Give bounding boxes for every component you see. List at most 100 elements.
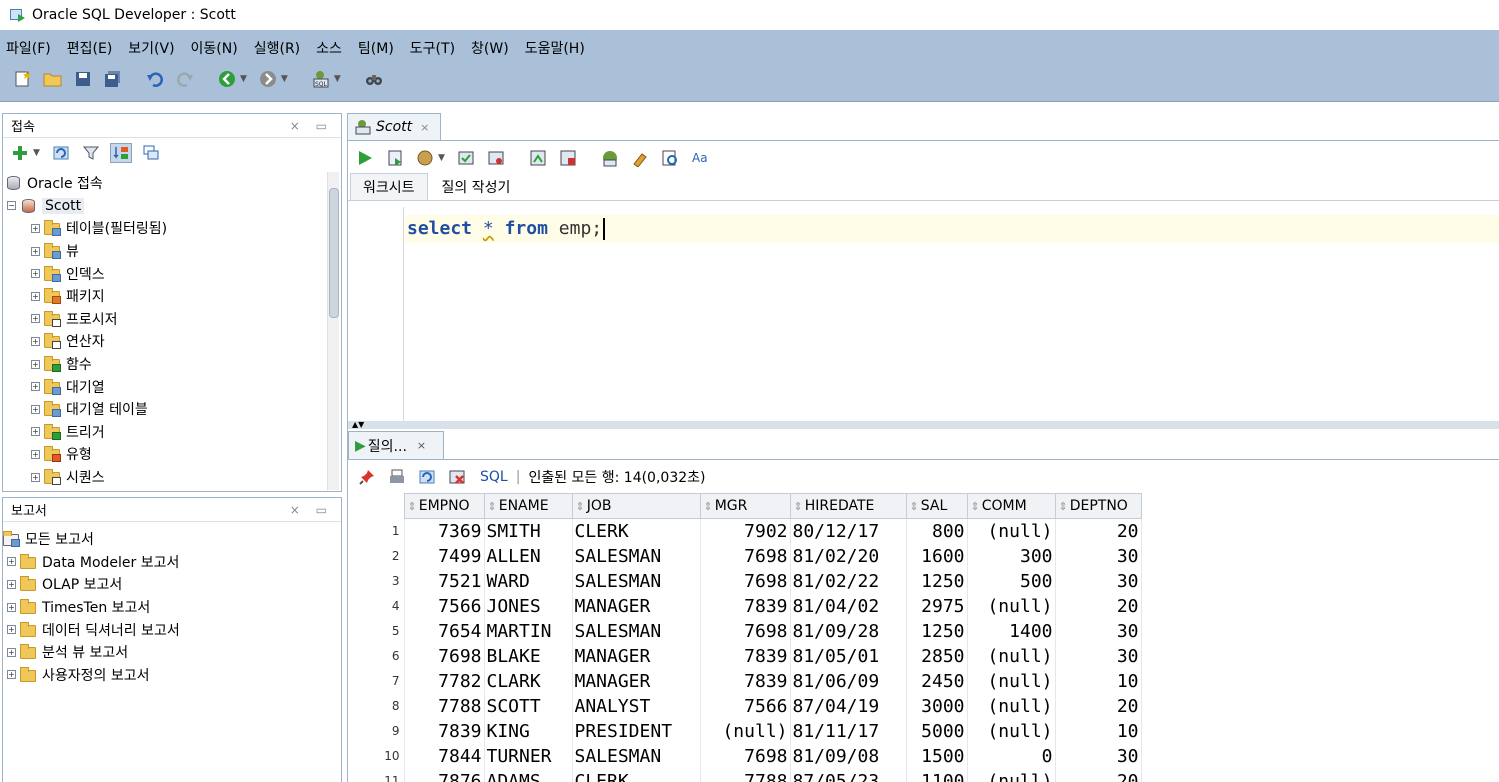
tab-scott-worksheet[interactable]: Scott × [347, 113, 441, 140]
cell-deptno[interactable]: 20 [1055, 768, 1142, 782]
tree-node-queues[interactable]: + 대기열 [3, 375, 327, 398]
sql-editor[interactable]: select * from emp; [348, 207, 1499, 421]
cell-job[interactable]: MANAGER [572, 643, 701, 669]
expand-icon[interactable]: + [31, 269, 40, 279]
column-header-empno[interactable]: ⇕ EMPNO [403, 493, 485, 519]
tree-node-queue-tables[interactable]: + 대기열 테이블 [3, 398, 327, 421]
tree-node-views[interactable]: + 뷰 [3, 240, 327, 263]
table-row[interactable]: 4 7566 JONES MANAGER 7839 81/04/02 2975 (null) 2… [348, 593, 1142, 619]
cell-job[interactable]: ANALYST [572, 693, 701, 719]
expand-icon[interactable]: + [31, 427, 40, 437]
cell-sal[interactable]: 2850 [906, 643, 968, 669]
close-icon[interactable]: × [420, 121, 429, 134]
cell-deptno[interactable]: 30 [1055, 543, 1142, 569]
add-connection-dropdown-icon[interactable]: ▼ [33, 148, 40, 158]
cell-sal[interactable]: 3000 [906, 693, 968, 719]
cell-sal[interactable]: 5000 [906, 718, 968, 744]
sql-worksheet-icon[interactable]: SQL [310, 69, 332, 89]
table-row[interactable]: 8 7788 SCOTT ANALYST 7566 87/04/19 3000 (null) 2… [348, 693, 1142, 719]
binoculars-icon[interactable] [363, 69, 385, 89]
cell-empno[interactable]: 7369 [404, 518, 485, 544]
tree-node-indexes[interactable]: + 인덱스 [3, 262, 327, 285]
cell-deptno[interactable]: 10 [1055, 668, 1142, 694]
run-statement-icon[interactable] [354, 148, 376, 168]
cell-empno[interactable]: 7876 [404, 768, 485, 782]
tab-query-builder[interactable]: 질의 작성기 [430, 174, 523, 200]
cell-comm[interactable]: 300 [967, 543, 1056, 569]
cell-empno[interactable]: 7844 [404, 743, 485, 769]
tree-node-all-reports[interactable]: 모든 보고서 [3, 528, 341, 551]
cell-deptno[interactable]: 30 [1055, 568, 1142, 594]
refresh-icon[interactable] [416, 467, 438, 487]
cell-sal[interactable]: 2450 [906, 668, 968, 694]
cell-hiredate[interactable]: 81/09/08 [790, 743, 907, 769]
cell-job[interactable]: SALESMAN [572, 618, 701, 644]
cell-mgr[interactable]: 7788 [700, 768, 791, 782]
column-header-mgr[interactable]: ⇕ MGR [699, 493, 791, 519]
expand-icon[interactable]: + [31, 314, 40, 324]
cell-empno[interactable]: 7839 [404, 718, 485, 744]
cell-job[interactable]: MANAGER [572, 593, 701, 619]
cell-empno[interactable]: 7521 [404, 568, 485, 594]
cell-hiredate[interactable]: 87/04/19 [790, 693, 907, 719]
cell-empno[interactable]: 7654 [404, 618, 485, 644]
splitter-arrows-icon[interactable]: ▲▼ [352, 421, 364, 429]
print-icon[interactable] [386, 467, 408, 487]
expand-icon[interactable]: + [7, 579, 16, 589]
cell-deptno[interactable]: 10 [1055, 718, 1142, 744]
scrollbar-thumb[interactable] [329, 188, 339, 318]
tree-node-scott[interactable]: − Scott [3, 195, 327, 218]
new-file-icon[interactable] [12, 69, 34, 89]
cell-comm[interactable]: (null) [967, 668, 1056, 694]
expand-icon[interactable]: + [7, 557, 16, 567]
tab-query-result[interactable]: ▶ 질의... × [348, 431, 444, 459]
expand-icon[interactable]: + [31, 382, 40, 392]
tree-node-olap-reports[interactable]: + OLAP 보고서 [3, 573, 341, 596]
cell-sal[interactable]: 1500 [906, 743, 968, 769]
cell-deptno[interactable]: 20 [1055, 593, 1142, 619]
cell-sal[interactable]: 1250 [906, 618, 968, 644]
menu-file[interactable]: 파일(F) [6, 38, 51, 58]
cell-hiredate[interactable]: 81/06/09 [790, 668, 907, 694]
cell-comm[interactable]: 500 [967, 568, 1056, 594]
cell-hiredate[interactable]: 81/05/01 [790, 643, 907, 669]
pin-icon[interactable] [356, 467, 378, 487]
refresh-icon[interactable] [50, 143, 72, 163]
cell-ename[interactable]: TURNER [484, 743, 573, 769]
tree-node-packages[interactable]: + 패키지 [3, 285, 327, 308]
cell-ename[interactable]: SMITH [484, 518, 573, 544]
cell-ename[interactable]: JONES [484, 593, 573, 619]
save-icon[interactable] [72, 69, 94, 89]
back-dropdown-icon[interactable]: ▼ [240, 74, 247, 84]
tree-node-analytic-view-reports[interactable]: + 분석 뷰 보고서 [3, 641, 341, 664]
expand-icon[interactable]: + [31, 449, 40, 459]
menu-navigate[interactable]: 이동(N) [191, 38, 238, 58]
expand-icon[interactable]: + [7, 625, 16, 635]
cell-hiredate[interactable]: 81/02/20 [790, 543, 907, 569]
find-icon[interactable] [659, 148, 681, 168]
cell-mgr[interactable]: 7839 [700, 593, 791, 619]
menu-help[interactable]: 도움말(H) [525, 38, 585, 58]
cell-sal[interactable]: 800 [906, 518, 968, 544]
cell-job[interactable]: CLERK [572, 768, 701, 782]
menu-run[interactable]: 실행(R) [254, 38, 300, 58]
autotrace-icon[interactable] [414, 148, 436, 168]
cell-ename[interactable]: SCOTT [484, 693, 573, 719]
connections-view-icon[interactable] [140, 143, 162, 163]
expand-icon[interactable]: + [31, 472, 40, 482]
expand-icon[interactable]: + [7, 647, 16, 657]
connections-scrollbar[interactable] [327, 172, 339, 490]
menu-view[interactable]: 보기(V) [128, 38, 174, 58]
menu-window[interactable]: 창(W) [471, 38, 509, 58]
cell-comm[interactable]: (null) [967, 718, 1056, 744]
menu-tools[interactable]: 도구(T) [410, 38, 455, 58]
table-row[interactable]: 11 7876 ADAMS CLERK 7788 87/05/23 1100 (null) 20 [348, 768, 1142, 782]
tree-node-user-defined-reports[interactable]: + 사용자정의 보고서 [3, 664, 341, 687]
cell-ename[interactable]: WARD [484, 568, 573, 594]
cell-job[interactable]: SALESMAN [572, 568, 701, 594]
cell-job[interactable]: CLERK [572, 518, 701, 544]
cell-deptno[interactable]: 20 [1055, 693, 1142, 719]
cell-empno[interactable]: 7499 [404, 543, 485, 569]
cell-ename[interactable]: ALLEN [484, 543, 573, 569]
format-case-icon[interactable]: Aa [689, 148, 711, 168]
